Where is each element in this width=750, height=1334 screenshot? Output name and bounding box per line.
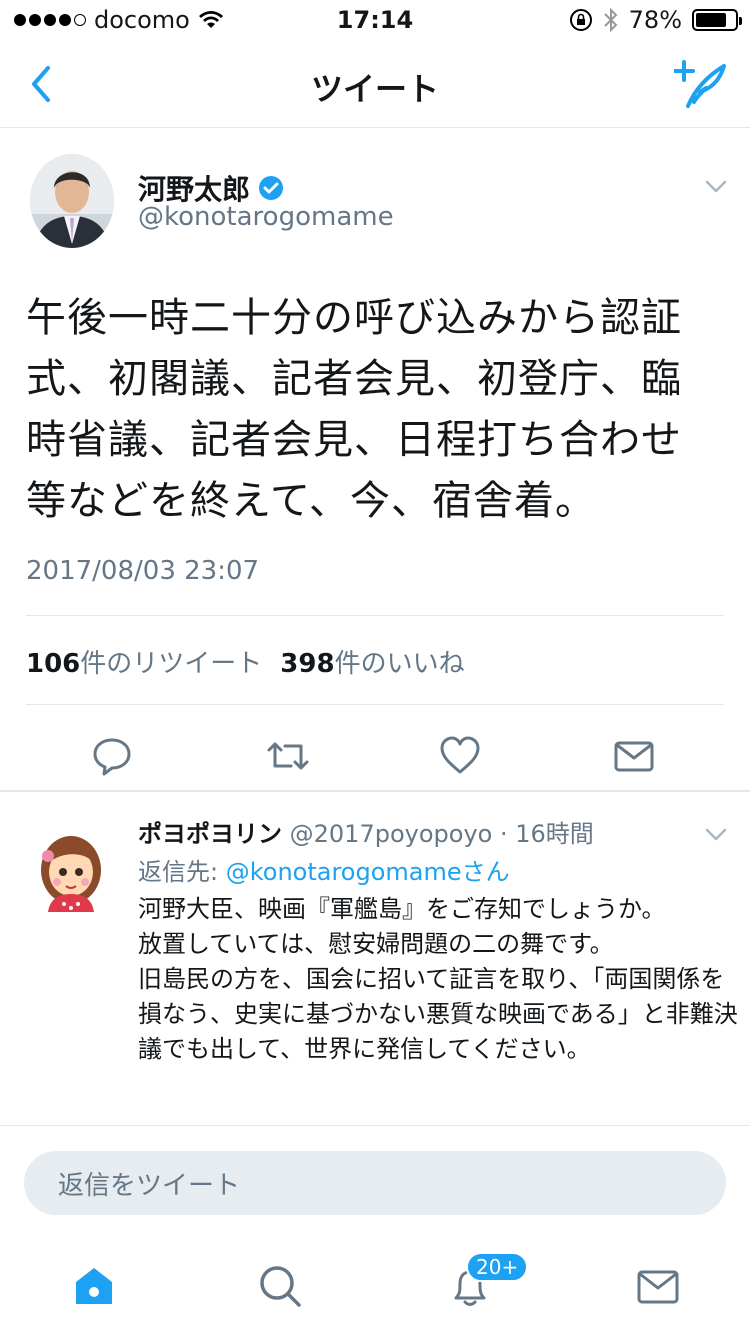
- compose-tweet-icon[interactable]: [674, 58, 728, 110]
- page-title: ツイート: [310, 70, 439, 108]
- tweet-text: 午後一時二十分の呼び込みから認証式、初閣議、記者会見、初登庁、臨時省議、記者会見…: [26, 295, 682, 524]
- like-heart-icon[interactable]: [440, 736, 480, 776]
- like-label: 件のいいね: [334, 649, 465, 679]
- tweet-timestamp: 2017/08/03 23:07: [26, 556, 260, 586]
- divider: [26, 615, 724, 616]
- divider: [26, 704, 724, 705]
- author-handle[interactable]: @konotarogomame: [138, 202, 394, 232]
- reply-input[interactable]: 返信をツイート: [24, 1151, 726, 1215]
- like-stat[interactable]: 398件のいいね: [280, 643, 464, 680]
- tweet-actions: [0, 718, 750, 790]
- retweet-icon[interactable]: [265, 736, 311, 776]
- like-count: 398: [280, 649, 335, 679]
- retweet-label: 件のリツイート: [80, 649, 263, 679]
- battery-percentage: 78%: [628, 6, 682, 34]
- reply-icon[interactable]: [92, 736, 132, 776]
- direct-message-icon[interactable]: [614, 736, 654, 776]
- replying-to-handle[interactable]: @konotarogomameさん: [226, 858, 510, 886]
- replying-to: 返信先: @konotarogomameさん: [138, 852, 510, 887]
- messages-icon[interactable]: [636, 1264, 680, 1308]
- navigation-bar: ツイート: [0, 40, 750, 128]
- home-icon[interactable]: [72, 1264, 116, 1308]
- battery-icon: [692, 9, 742, 31]
- reply-author-avatar[interactable]: [38, 830, 104, 912]
- reply-author-name[interactable]: ポヨポヨリン: [138, 820, 282, 848]
- engagement-stats: 106件のリツイート 398件のいいね: [26, 643, 465, 680]
- search-icon[interactable]: [258, 1264, 302, 1308]
- chevron-down-icon[interactable]: [702, 172, 730, 200]
- retweet-stat[interactable]: 106件のリツイート: [26, 643, 262, 680]
- reply-author-handle[interactable]: @2017poyopoyo: [290, 820, 493, 848]
- status-bar: docomo 17:14 78%: [0, 0, 750, 40]
- reply-tweet[interactable]: ポヨポヨリン @2017poyopoyo · 16時間 返信先: @konota…: [0, 796, 750, 1124]
- reply-header: ポヨポヨリン @2017poyopoyo · 16時間: [138, 814, 594, 849]
- retweet-count: 106: [26, 649, 81, 679]
- reply-compose-bar: 返信をツイート: [0, 1125, 750, 1235]
- reply-text: 河野大臣、映画『軍艦島』をご存知でしょうか。 放置していては、慰安婦問題の二の舞…: [138, 895, 738, 1063]
- author-avatar[interactable]: [30, 154, 114, 248]
- tab-bar: 20+: [0, 1236, 750, 1334]
- bluetooth-icon: [603, 7, 618, 33]
- reply-time: · 16時間: [499, 820, 594, 848]
- orientation-lock-icon: [569, 9, 592, 31]
- notification-badge: 20+: [466, 1252, 529, 1282]
- chevron-down-icon[interactable]: [702, 820, 730, 848]
- replying-to-label: 返信先:: [138, 858, 226, 886]
- verified-badge-icon: [259, 176, 284, 200]
- section-divider: [0, 790, 750, 792]
